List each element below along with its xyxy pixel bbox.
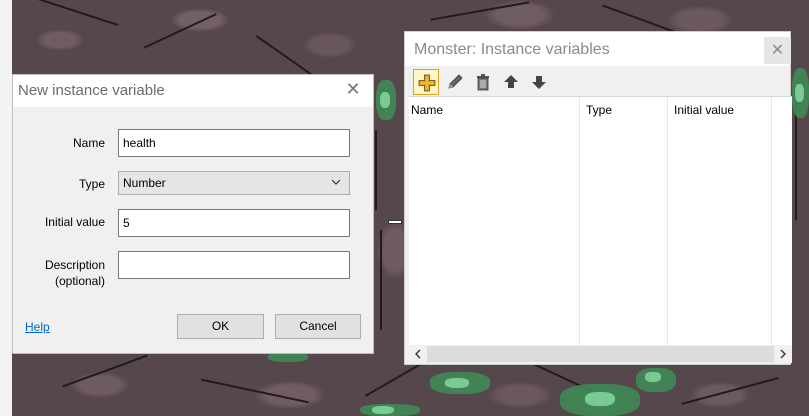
- close-icon[interactable]: ✕: [345, 80, 361, 98]
- description-input[interactable]: [118, 251, 350, 279]
- name-label: Name: [72, 136, 105, 150]
- description-label: Description (optional): [45, 257, 105, 289]
- move-down-button[interactable]: [526, 69, 552, 95]
- add-icon: [418, 74, 436, 92]
- edit-pencil-icon: [448, 74, 463, 89]
- dialog-titlebar: Monster: Instance variables ✕: [405, 32, 791, 66]
- new-instance-variable-dialog: New instance variable ✕ Name health Type…: [12, 74, 374, 354]
- move-up-button[interactable]: [498, 69, 524, 95]
- dialog-title: Monster: Instance variables: [414, 41, 610, 58]
- window-edge: [0, 0, 12, 416]
- ok-button[interactable]: OK: [177, 314, 264, 339]
- dialog-title: New instance variable: [18, 82, 165, 99]
- variables-table[interactable]: Name Type Initial value: [409, 96, 792, 363]
- delete-trash-icon: [477, 74, 489, 91]
- add-button[interactable]: [413, 69, 439, 95]
- column-separator[interactable]: [579, 97, 580, 345]
- type-select-value: Number: [123, 176, 166, 190]
- help-link[interactable]: Help: [25, 320, 50, 334]
- edit-button[interactable]: [442, 69, 468, 95]
- description-label-line1: Description: [44, 258, 105, 272]
- instance-variables-dialog: Monster: Instance variables ✕ Name Type …: [404, 31, 792, 365]
- scroll-right-icon[interactable]: [776, 347, 790, 361]
- toolbar: [411, 68, 791, 96]
- name-input[interactable]: health: [118, 129, 350, 157]
- type-select[interactable]: Number: [118, 171, 350, 195]
- description-label-line2: (optional): [54, 274, 105, 288]
- delete-button[interactable]: [470, 69, 496, 95]
- column-header-name[interactable]: Name: [411, 103, 443, 117]
- close-icon[interactable]: ✕: [764, 37, 791, 64]
- initial-value-input[interactable]: 5: [118, 209, 350, 237]
- initial-value-label: Initial value: [44, 215, 105, 229]
- move-up-icon: [504, 75, 518, 88]
- cancel-button[interactable]: Cancel: [275, 314, 361, 339]
- scroll-thumb[interactable]: [427, 346, 774, 362]
- horizontal-scrollbar[interactable]: [409, 345, 792, 363]
- chevron-down-icon: [331, 179, 341, 185]
- scroll-left-icon[interactable]: [411, 347, 425, 361]
- move-down-icon: [532, 76, 546, 89]
- column-separator[interactable]: [771, 97, 772, 345]
- column-header-type[interactable]: Type: [586, 103, 612, 117]
- type-label: Type: [78, 177, 105, 191]
- column-separator[interactable]: [667, 97, 668, 345]
- dialog-titlebar: New instance variable ✕: [13, 75, 373, 107]
- column-header-initial-value[interactable]: Initial value: [674, 103, 734, 117]
